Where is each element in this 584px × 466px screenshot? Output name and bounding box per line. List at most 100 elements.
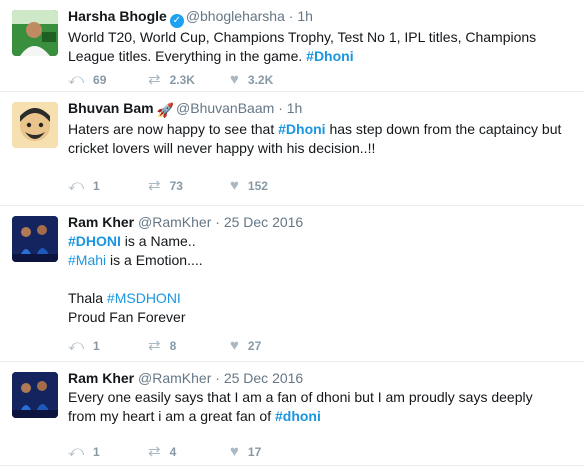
- tweet-card[interactable]: Ram Kher @RamKher · 25 Dec 2016 #DHONI is…: [0, 206, 584, 362]
- tweet-text: #DHONI is a Name.. #Mahi is a Emotion....…: [68, 232, 578, 327]
- retweet-icon: ⇄: [148, 177, 161, 194]
- tweet-text-line: Thala #MSDHONI: [68, 289, 578, 308]
- likes-count: 17: [247, 445, 262, 459]
- separator-dot: ·: [215, 214, 220, 230]
- heart-icon: ♥: [230, 71, 239, 88]
- text-segment: has step down from the captaincy but: [325, 121, 562, 137]
- text-segment: from my heart i am a great fan of: [68, 408, 275, 424]
- text-segment: Every one easily says that I am a fan of…: [68, 389, 533, 405]
- hashtag-link[interactable]: #Dhoni: [306, 48, 353, 64]
- like-button[interactable]: ♥ 27: [230, 338, 261, 354]
- tweet-text-line: #DHONI is a Name..: [68, 232, 578, 251]
- heart-icon: ♥: [230, 443, 239, 460]
- retweet-button[interactable]: ⇄ 2.3K: [148, 72, 195, 88]
- hashtag-link[interactable]: #DHONI: [68, 233, 121, 249]
- separator-dot: ·: [278, 100, 283, 116]
- like-button[interactable]: ♥ 17: [230, 444, 261, 460]
- reply-icon: ⤺: [68, 443, 85, 460]
- retweet-icon: ⇄: [148, 71, 161, 88]
- avatar[interactable]: [12, 372, 58, 418]
- author-handle[interactable]: @BhuvanBaam: [176, 100, 274, 116]
- author-name[interactable]: Ram Kher: [68, 214, 134, 230]
- reply-button[interactable]: ⤺ 69: [68, 72, 106, 88]
- likes-count: 152: [247, 179, 268, 193]
- retweet-button[interactable]: ⇄ 8: [148, 338, 176, 354]
- author-handle[interactable]: @bhogleharsha: [186, 8, 285, 24]
- tweet-timestamp[interactable]: 1h: [297, 8, 313, 24]
- reply-button[interactable]: ⤺ 1: [68, 178, 100, 194]
- hashtag-link[interactable]: #Dhoni: [278, 121, 325, 137]
- tweet-text: Every one easily says that I am a fan of…: [68, 388, 578, 426]
- replies-count: 1: [93, 445, 100, 459]
- likes-count: 27: [247, 339, 262, 353]
- reply-icon: ⤺: [68, 337, 85, 354]
- tweet-text-line: Proud Fan Forever: [68, 308, 578, 327]
- heart-icon: ♥: [230, 177, 239, 194]
- reply-button[interactable]: ⤺ 1: [68, 338, 100, 354]
- retweets-count: 8: [169, 339, 177, 353]
- tweet-timestamp[interactable]: 1h: [287, 100, 303, 116]
- separator-dot: ·: [215, 370, 220, 386]
- text-segment: cricket lovers will never happy with his…: [68, 140, 376, 156]
- reply-button[interactable]: ⤺ 1: [68, 444, 100, 460]
- text-segment: is a Name..: [120, 233, 196, 249]
- tweet-header: Ram Kher @RamKher · 25 Dec 2016: [68, 368, 578, 388]
- replies-count: 1: [93, 339, 100, 353]
- tweet-text-line: Haters are now happy to see that #Dhoni …: [68, 120, 578, 139]
- hashtag-link[interactable]: #MSDHONI: [107, 290, 181, 306]
- text-segment: Thala: [68, 290, 107, 306]
- heart-icon: ♥: [230, 337, 239, 354]
- author-name[interactable]: Harsha Bhogle: [68, 8, 167, 24]
- tweet-text-line: cricket lovers will never happy with his…: [68, 139, 578, 158]
- tweet-text: Haters are now happy to see that #Dhoni …: [68, 120, 578, 158]
- tweet-body: Ram Kher @RamKher · 25 Dec 2016 Every one…: [68, 368, 578, 426]
- tweet-body: Harsha Bhogle ✓ @bhogleharsha · 1h World T2…: [68, 6, 578, 66]
- replies-count: 69: [93, 73, 107, 87]
- text-segment: World T20, World Cup, Champions Trophy, …: [68, 29, 537, 45]
- reply-icon: ⤺: [68, 177, 85, 194]
- tweet-timestamp[interactable]: 25 Dec 2016: [224, 370, 303, 386]
- verified-badge-icon: ✓: [169, 14, 184, 28]
- tweet-card[interactable]: Ram Kher @RamKher · 25 Dec 2016 Every one…: [0, 362, 584, 466]
- like-button[interactable]: ♥ 3.2K: [230, 72, 273, 88]
- tweet-header: Bhuvan Bam 🚀 @BhuvanBaam · 1h: [68, 98, 578, 120]
- hashtag-link[interactable]: #dhoni: [275, 408, 321, 424]
- tweet-card[interactable]: Bhuvan Bam 🚀 @BhuvanBaam · 1h Haters are no…: [0, 92, 584, 206]
- tweet-header: Ram Kher @RamKher · 25 Dec 2016: [68, 212, 578, 232]
- tweet-text-line: Every one easily says that I am a fan of…: [68, 388, 578, 407]
- like-button[interactable]: ♥ 152: [230, 178, 268, 194]
- tweet-header: Harsha Bhogle ✓ @bhogleharsha · 1h: [68, 6, 578, 28]
- text-segment: Haters are now happy to see that: [68, 121, 279, 137]
- tweet-text-line: from my heart i am a great fan of #dhoni: [68, 407, 578, 426]
- reply-icon: ⤺: [68, 71, 85, 88]
- tweet-timestamp[interactable]: 25 Dec 2016: [224, 214, 303, 230]
- tweet-text-line: League titles. Everything in the game. #…: [68, 47, 578, 66]
- author-name[interactable]: Ram Kher: [68, 370, 134, 386]
- text-segment: League titles. Everything in the game.: [68, 48, 307, 64]
- text-segment: Proud Fan Forever: [68, 309, 186, 325]
- tweet-text-line: World T20, World Cup, Champions Trophy, …: [68, 28, 578, 47]
- rocket-icon: 🚀: [156, 102, 175, 118]
- retweets-count: 4: [169, 445, 177, 459]
- author-handle[interactable]: @RamKher: [138, 370, 211, 386]
- avatar[interactable]: [12, 10, 58, 56]
- tweet-body: Ram Kher @RamKher · 25 Dec 2016 #DHONI is…: [68, 212, 578, 327]
- avatar[interactable]: [12, 102, 58, 148]
- likes-count: 3.2K: [247, 73, 274, 87]
- author-name[interactable]: Bhuvan Bam: [68, 100, 154, 116]
- text-segment: is a Emotion....: [106, 252, 203, 268]
- tweet-text-line: #Mahi is a Emotion....: [68, 251, 578, 270]
- tweet-card[interactable]: Harsha Bhogle ✓ @bhogleharsha · 1h World T2…: [0, 0, 584, 92]
- retweets-count: 2.3K: [169, 73, 195, 87]
- tweet-body: Bhuvan Bam 🚀 @BhuvanBaam · 1h Haters are no…: [68, 98, 578, 158]
- retweets-count: 73: [169, 179, 183, 193]
- avatar[interactable]: [12, 216, 58, 262]
- retweet-button[interactable]: ⇄ 73: [148, 178, 183, 194]
- hashtag-link[interactable]: #Mahi: [68, 252, 106, 268]
- retweet-icon: ⇄: [148, 337, 161, 354]
- author-handle[interactable]: @RamKher: [138, 214, 211, 230]
- retweet-button[interactable]: ⇄ 4: [148, 444, 176, 460]
- retweet-icon: ⇄: [148, 443, 161, 460]
- tweet-text: World T20, World Cup, Champions Trophy, …: [68, 28, 578, 66]
